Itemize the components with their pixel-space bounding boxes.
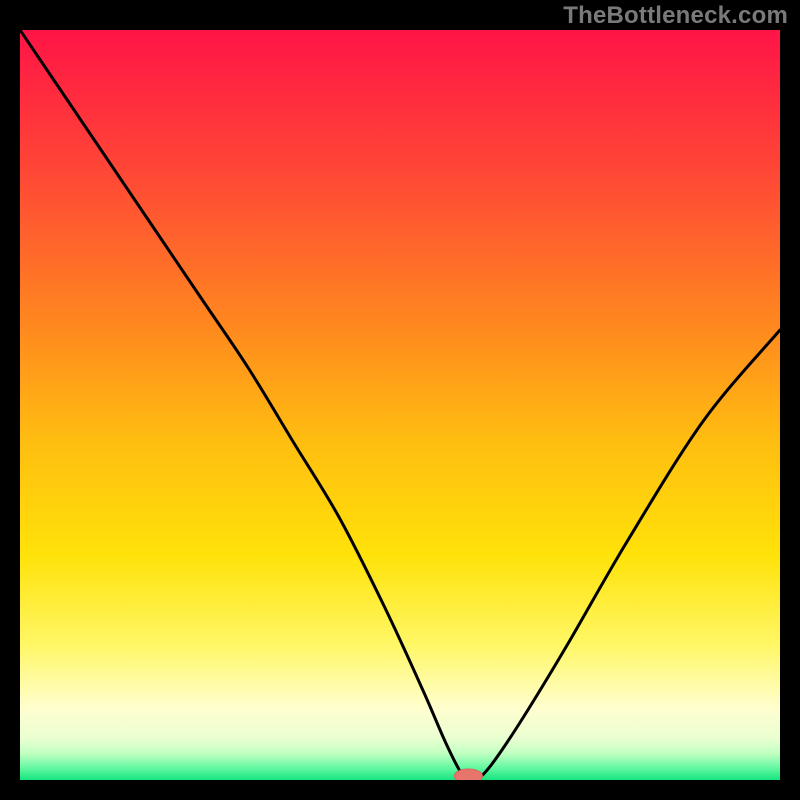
chart-svg xyxy=(20,30,780,780)
gradient-background xyxy=(20,30,780,780)
watermark-text: TheBottleneck.com xyxy=(563,2,788,30)
chart-frame: TheBottleneck.com xyxy=(0,0,800,800)
minimum-marker xyxy=(454,769,482,780)
